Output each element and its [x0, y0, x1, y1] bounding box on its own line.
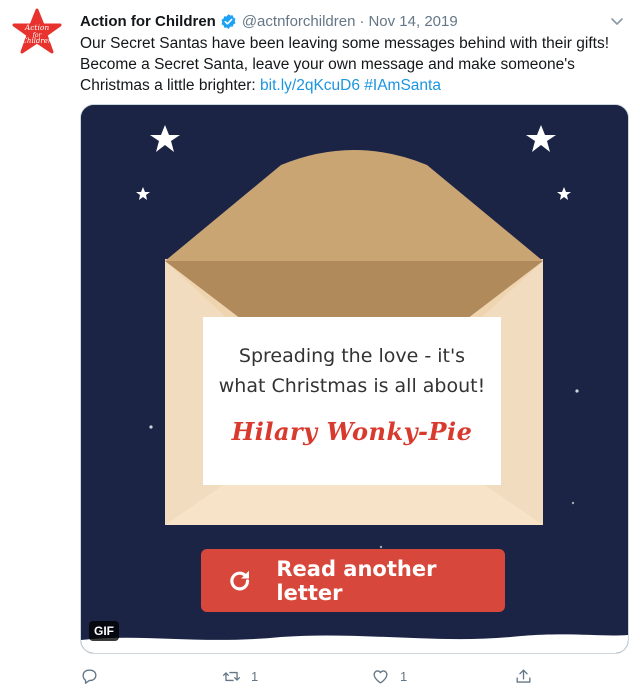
reply-icon — [82, 668, 97, 684]
sparkle — [149, 425, 153, 429]
avatar[interactable]: Action for Children — [12, 8, 62, 58]
reply-button[interactable] — [80, 662, 109, 690]
tweet-header: Action for Children @actnforchildren · N… — [80, 10, 458, 32]
sparkle — [379, 545, 383, 549]
heart-icon — [373, 669, 388, 684]
separator-dot: · — [359, 12, 365, 30]
retweet-icon — [222, 671, 241, 681]
logo-text-3: Children — [22, 37, 53, 45]
letter-signature: Hilary Wonky-Pie — [231, 417, 473, 446]
read-another-letter-button[interactable]: Read another letter — [201, 549, 505, 612]
tweet[interactable]: Action for Children Action for Children … — [0, 0, 640, 699]
tweet-actions: 1 1 — [80, 662, 628, 690]
action-for-children-logo: Action for Children — [12, 8, 62, 54]
author-name[interactable]: Action for Children — [80, 13, 216, 30]
chevron-down-icon[interactable] — [608, 12, 626, 30]
author-handle[interactable]: @actnforchildren — [242, 13, 356, 30]
sparkle — [575, 389, 579, 393]
gif-media[interactable]: Spreading the love - it's what Christmas… — [80, 104, 629, 654]
gif-badge: GIF — [89, 621, 119, 641]
letter-line-2: what Christmas is all about! — [218, 375, 486, 397]
share-icon — [516, 668, 531, 683]
letter-line-1: Spreading the love - it's — [238, 345, 466, 367]
refresh-icon — [230, 570, 250, 590]
share-button[interactable] — [514, 662, 543, 690]
verified-badge-icon — [220, 13, 237, 30]
tweet-text: Our Secret Santas have been leaving some… — [80, 33, 628, 96]
retweet-count: 1 — [251, 668, 259, 684]
like-button[interactable]: 1 — [371, 662, 407, 690]
tweet-date[interactable]: Nov 14, 2019 — [368, 13, 457, 30]
logo-text-1: Action — [24, 23, 50, 32]
retweet-button[interactable]: 1 — [222, 662, 258, 690]
like-count: 1 — [400, 668, 408, 684]
hashtag-link[interactable]: #IAmSanta — [364, 77, 441, 94]
letter-card: Spreading the love - it's what Christmas… — [203, 317, 501, 485]
read-another-letter-label: Read another letter — [276, 556, 437, 605]
tweet-link[interactable]: bit.ly/2qKcuD6 — [260, 77, 360, 94]
sparkle — [571, 501, 575, 505]
